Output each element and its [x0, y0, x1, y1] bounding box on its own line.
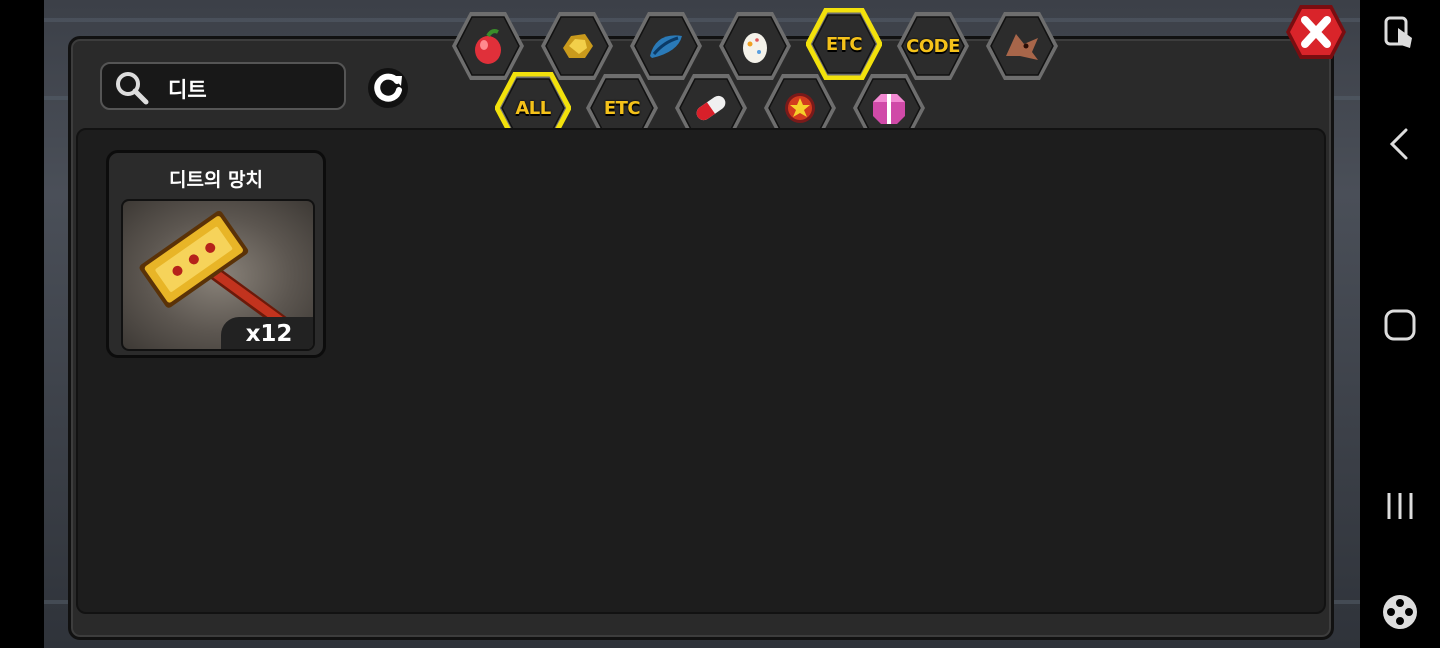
tab-dragon[interactable] [984, 10, 1060, 82]
screen-record-button[interactable] [1380, 14, 1420, 54]
chevron-left-icon [1389, 128, 1408, 160]
search-icon [116, 72, 149, 105]
android-nav-bar [1360, 0, 1440, 648]
recents-button[interactable] [1380, 486, 1420, 526]
capsule-pill-icon [696, 95, 726, 121]
refresh-icon [368, 68, 408, 108]
search-field[interactable]: 디트 [100, 62, 346, 110]
back-button[interactable] [1380, 124, 1420, 164]
blue-feather-icon [650, 35, 682, 58]
star-badge-icon [785, 93, 815, 123]
recents-icon [1387, 493, 1413, 519]
close-icon [1286, 5, 1346, 59]
refresh-button[interactable] [364, 64, 412, 112]
game-tools-button[interactable] [1380, 592, 1420, 632]
tap-hand-icon [1384, 16, 1412, 48]
item-count-badge: x12 [221, 317, 313, 349]
close-button[interactable] [1284, 3, 1348, 61]
tab-etc[interactable]: ETC [806, 8, 882, 80]
pear-fruit-icon [475, 29, 501, 64]
gift-box-icon [873, 94, 905, 124]
search-input-value[interactable]: 디트 [168, 74, 207, 104]
item-card[interactable]: 디트의 망치 x12 [106, 150, 326, 358]
gamepad-icon [1383, 595, 1417, 629]
home-button[interactable] [1380, 305, 1420, 345]
dragon-head-icon [1006, 34, 1038, 60]
gold-ore-icon [563, 34, 593, 58]
egg-icon [743, 33, 767, 63]
tab-etc-label: ETC [825, 33, 863, 55]
home-square-icon [1384, 309, 1416, 341]
item-name: 디트의 망치 [168, 169, 263, 191]
item-image-frame: x12 [121, 199, 315, 351]
